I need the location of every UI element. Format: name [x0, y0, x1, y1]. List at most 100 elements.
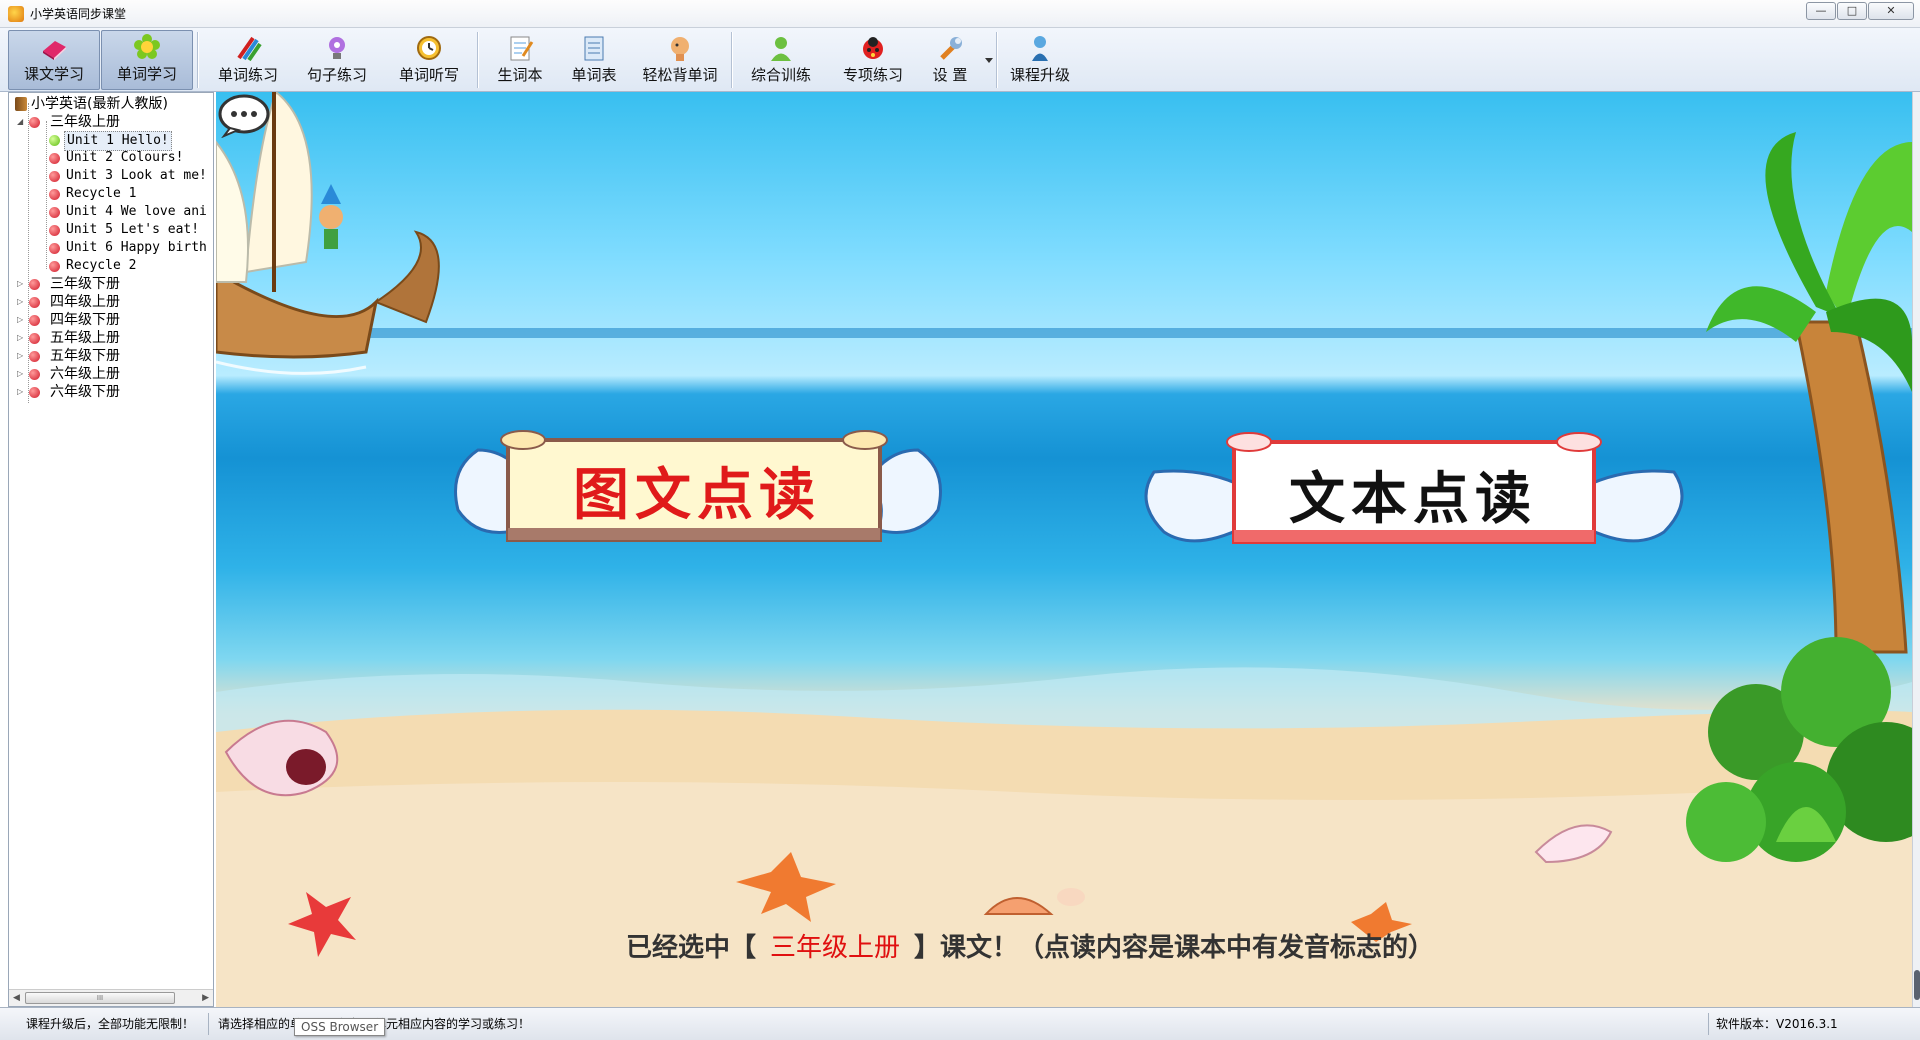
tree-unit-item[interactable]: Recycle 1 — [9, 185, 213, 203]
hint-suffix: 】课文！（点读内容是课本中有发音标志的） — [914, 933, 1435, 963]
scroll-thumb[interactable] — [1914, 970, 1920, 1000]
maximize-button[interactable]: □ — [1837, 2, 1867, 20]
word-study-label: 单词学习 — [116, 65, 177, 83]
tree-grade-collapsed[interactable]: ▷ 三年级下册 — [9, 275, 213, 293]
unit-dot-icon — [49, 243, 60, 254]
expand-triangle-icon[interactable]: ▷ — [17, 352, 25, 360]
tree-horizontal-scrollbar[interactable]: ◀ III ▶ — [9, 989, 213, 1006]
tree-unit-item[interactable]: Unit 3 Look at me! — [9, 167, 213, 185]
main-toolbar: 课文学习 单词学习 单词练习 句子练习 单词听写 生词本 单词表 轻松背单词 综… — [0, 28, 1920, 92]
tree-unit-item[interactable]: Unit 1 Hello! — [9, 131, 213, 151]
tree-grade-collapsed[interactable]: ▷ 四年级上册 — [9, 293, 213, 311]
word-practice-button[interactable]: 单词练习 — [208, 30, 288, 90]
close-button[interactable]: ✕ — [1868, 2, 1914, 20]
main-scene: 图文点读 文本点读 已经选中【 三年级上册 】课文！（点读内容是课本中有发音标志… — [216, 92, 1912, 1007]
course-tree-panel: 小学英语(最新人教版) ◢ 三年级上册 Unit 1 Hello! Unit 2… — [8, 92, 214, 1007]
text-study-button[interactable]: 课文学习 — [8, 30, 100, 90]
course-tree: 小学英语(最新人教版) ◢ 三年级上册 Unit 1 Hello! Unit 2… — [9, 95, 213, 403]
unit-dot-icon — [49, 225, 60, 236]
tree-grade-collapsed[interactable]: ▷ 五年级上册 — [9, 329, 213, 347]
person-icon — [766, 34, 796, 62]
chat-bubble-icon — [218, 94, 270, 138]
text-reading-button[interactable]: 文本点读 — [1134, 412, 1694, 562]
special-practice-label: 专项练习 — [842, 66, 903, 84]
word-dictation-button[interactable]: 单词听写 — [386, 30, 472, 90]
pencils-icon — [233, 34, 263, 62]
unit-selected-dot-icon — [49, 135, 60, 146]
tree-unit-item[interactable]: Unit 6 Happy birth — [9, 239, 213, 257]
status-divider — [208, 1013, 209, 1035]
settings-dropdown-arrow-icon[interactable] — [985, 58, 993, 63]
expand-triangle-icon[interactable]: ▷ — [17, 370, 25, 378]
upgrade-person-icon — [1025, 34, 1055, 62]
course-upgrade-button[interactable]: 课程升级 — [1002, 30, 1078, 90]
expand-triangle-icon[interactable]: ▷ — [17, 334, 25, 342]
vocabulary-notebook-button[interactable]: 生词本 — [484, 30, 556, 90]
palm-tree-illustration — [1686, 132, 1912, 862]
tree-grade-collapsed[interactable]: ▷ 四年级下册 — [9, 311, 213, 329]
expand-triangle-icon[interactable]: ▷ — [17, 316, 25, 324]
tree-root[interactable]: 小学英语(最新人教版) — [9, 95, 213, 113]
taskbar-tooltip: OSS Browser — [294, 1018, 386, 1036]
grade-dot-icon — [29, 279, 40, 290]
tree-grade-expanded[interactable]: ◢ 三年级上册 — [9, 113, 213, 131]
word-dictation-label: 单词听写 — [398, 66, 459, 84]
unit-label: Unit 3 Look at me! — [66, 168, 207, 183]
window-controls: — □ ✕ — [1806, 2, 1914, 20]
app-icon — [8, 5, 24, 22]
unit-dot-icon — [49, 189, 60, 200]
settings-button[interactable]: 设 置 — [918, 30, 982, 90]
hint-prefix: 已经选中【 — [626, 933, 757, 963]
scroll-right-arrow-icon[interactable]: ▶ — [202, 993, 209, 1003]
main-vertical-scrollbar[interactable] — [1912, 92, 1920, 1007]
word-practice-label: 单词练习 — [217, 66, 278, 84]
tree-grade-collapsed[interactable]: ▷ 六年级下册 — [9, 383, 213, 401]
word-study-button[interactable]: 单词学习 — [101, 30, 193, 90]
expand-triangle-icon[interactable]: ▷ — [17, 388, 25, 396]
grade-label: 五年级上册 — [50, 330, 120, 346]
easy-memorize-button[interactable]: 轻松背单词 — [634, 30, 726, 90]
hint-selected-grade: 三年级上册 — [770, 933, 901, 963]
special-practice-button[interactable]: 专项练习 — [830, 30, 916, 90]
unit-label: Unit 2 Colours! — [66, 150, 184, 165]
scroll-thumb[interactable]: III — [25, 992, 175, 1004]
sentence-practice-button[interactable]: 句子练习 — [297, 30, 377, 90]
easy-memorize-label: 轻松背单词 — [642, 66, 718, 84]
unit-label: Unit 5 Let's eat! — [66, 222, 200, 237]
thinking-head-icon — [665, 34, 695, 62]
ladybug-icon — [858, 34, 888, 62]
grade-dot-icon — [29, 117, 40, 128]
grade-dot-icon — [29, 351, 40, 362]
unit-label: Recycle 1 — [66, 186, 137, 201]
picture-reading-button[interactable]: 图文点读 — [438, 410, 958, 560]
flower-icon — [132, 33, 162, 61]
text-study-label: 课文学习 — [23, 65, 84, 83]
text-reading-label: 文本点读 — [1289, 467, 1537, 532]
unit-dot-icon — [49, 153, 60, 164]
tree-unit-item[interactable]: Recycle 2 — [9, 257, 213, 275]
tree-grade-collapsed[interactable]: ▷ 五年级下册 — [9, 347, 213, 365]
unit-dot-icon — [49, 261, 60, 272]
grade-dot-icon — [29, 333, 40, 344]
scroll-left-arrow-icon[interactable]: ◀ — [13, 993, 20, 1003]
grade-label: 五年级下册 — [50, 348, 120, 364]
tree-grade-collapsed[interactable]: ▷ 六年级上册 — [9, 365, 213, 383]
minimize-button[interactable]: — — [1806, 2, 1836, 20]
unit-label: Recycle 2 — [66, 258, 137, 273]
tree-unit-item[interactable]: Unit 2 Colours! — [9, 149, 213, 167]
collapse-triangle-icon[interactable]: ◢ — [17, 118, 25, 126]
expand-triangle-icon[interactable]: ▷ — [17, 298, 25, 306]
unit-label: Unit 6 Happy birth — [66, 240, 207, 255]
word-list-button[interactable]: 单词表 — [561, 30, 627, 90]
book-icon — [39, 33, 69, 61]
grade-label: 四年级上册 — [50, 294, 120, 310]
tree-unit-item[interactable]: Unit 4 We love ani — [9, 203, 213, 221]
book-icon — [15, 97, 27, 111]
grade-label: 六年级下册 — [50, 384, 120, 400]
settings-label: 设 置 — [932, 66, 968, 84]
comprehensive-training-button[interactable]: 综合训练 — [738, 30, 824, 90]
status-version: 软件版本：V2016.3.1 — [1716, 1017, 1838, 1031]
tree-unit-item[interactable]: Unit 5 Let's eat! — [9, 221, 213, 239]
toolbar-separator — [197, 32, 198, 88]
expand-triangle-icon[interactable]: ▷ — [17, 280, 25, 288]
